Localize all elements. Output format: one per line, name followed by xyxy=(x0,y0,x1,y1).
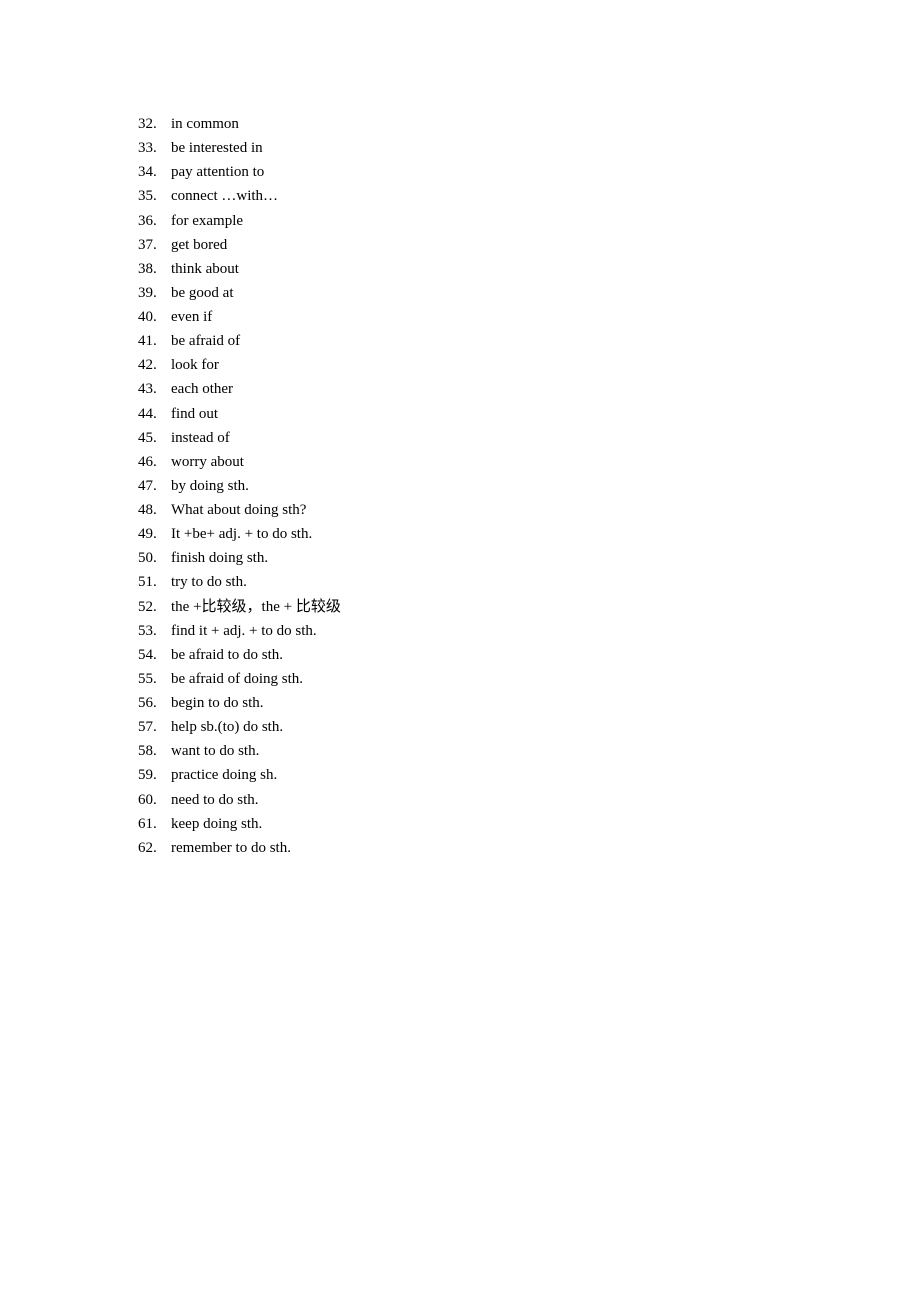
document-page: 32. in common 33. be interested in 34. pay at… xyxy=(0,0,920,1302)
item-number: 51. xyxy=(138,574,157,591)
item-text: find out xyxy=(171,405,219,422)
list-item: 44. find out xyxy=(138,403,341,427)
item-text: the +比较级，the + 比较级 xyxy=(171,598,341,615)
item-text: look for xyxy=(171,357,219,374)
item-number: 40. xyxy=(138,309,157,325)
item-text: practice doing sh. xyxy=(171,767,278,784)
item-text: by doing sth. xyxy=(171,477,249,494)
item-number: 34. xyxy=(138,164,157,181)
item-number: 58. xyxy=(138,743,157,760)
item-text: want to do sth. xyxy=(171,743,260,760)
item-number: 32. xyxy=(138,116,157,132)
list-item: 35. connect …with… xyxy=(138,185,341,209)
list-item: 34. pay attention to xyxy=(138,161,341,185)
item-text: It +be+ adj. + to do sth. xyxy=(171,526,313,543)
item-text: What about doing sth? xyxy=(171,502,307,518)
list-item: 60. need to do sth. xyxy=(138,789,341,813)
item-number: 54. xyxy=(138,646,157,663)
item-text: in common xyxy=(171,116,239,132)
list-item: 39. be good at xyxy=(138,282,341,306)
item-text: pay attention to xyxy=(171,164,265,181)
item-text: finish doing sth. xyxy=(171,550,269,567)
list-item: 36. for example xyxy=(138,210,341,234)
list-item: 54. be afraid to do sth. xyxy=(138,644,341,668)
item-number: 61. xyxy=(138,815,157,832)
item-number: 42. xyxy=(138,357,157,374)
list-item: 48. What about doing sth? xyxy=(138,499,341,523)
item-text: get bored xyxy=(171,236,228,253)
item-text: be afraid to do sth. xyxy=(171,646,284,663)
list-item: 45. instead of xyxy=(138,427,341,451)
list-item: 33. be interested in xyxy=(138,137,341,161)
item-text: worry about xyxy=(171,453,244,470)
list-item: 55. be afraid of doing sth. xyxy=(138,668,341,692)
item-number: 44. xyxy=(138,405,157,422)
list-item: 58. want to do sth. xyxy=(138,740,341,764)
item-number: 45. xyxy=(138,429,157,446)
phrase-list: 32. in common 33. be interested in 34. pay at… xyxy=(138,113,341,861)
list-item: 59. practice doing sh. xyxy=(138,764,341,788)
item-text: be afraid of doing sth. xyxy=(171,670,304,687)
list-item: 38. think about xyxy=(138,258,341,282)
list-item: 40. even if xyxy=(138,306,341,330)
list-item: 51. try to do sth. xyxy=(138,571,341,595)
item-number: 57. xyxy=(138,719,157,736)
item-number: 60. xyxy=(138,791,157,808)
item-number: 59. xyxy=(138,767,157,784)
item-number: 56. xyxy=(138,695,157,711)
item-text: remember to do sth. xyxy=(171,839,291,856)
item-number: 53. xyxy=(138,622,157,639)
item-number: 37. xyxy=(138,236,157,253)
list-item: 50. finish doing sth. xyxy=(138,547,341,571)
item-text: for example xyxy=(171,212,244,229)
item-number: 48. xyxy=(138,502,157,518)
list-item: 43. each other xyxy=(138,378,341,402)
item-number: 49. xyxy=(138,526,157,543)
item-text: even if xyxy=(171,309,213,325)
item-text: find it + adj. + to do sth. xyxy=(171,622,317,639)
item-text: each other xyxy=(171,381,234,398)
item-text: need to do sth. xyxy=(171,791,259,808)
item-number: 47. xyxy=(138,477,157,494)
item-number: 43. xyxy=(138,381,157,398)
list-item: 61. keep doing sth. xyxy=(138,813,341,837)
list-item: 46. worry about xyxy=(138,451,341,475)
list-item: 41. be afraid of xyxy=(138,330,341,354)
item-text: be afraid of xyxy=(171,333,241,350)
list-item: 56. begin to do sth. xyxy=(138,692,341,716)
list-item: 49. It +be+ adj. + to do sth. xyxy=(138,523,341,547)
item-number: 36. xyxy=(138,212,157,229)
item-number: 62. xyxy=(138,839,157,856)
item-number: 41. xyxy=(138,333,157,350)
item-number: 35. xyxy=(138,188,157,205)
item-text: keep doing sth. xyxy=(171,815,263,832)
list-item: 62. remember to do sth. xyxy=(138,837,341,861)
list-item: 52. the +比较级，the + 比较级 xyxy=(138,596,341,620)
item-number: 46. xyxy=(138,453,157,470)
item-number: 55. xyxy=(138,670,157,687)
item-text: connect …with… xyxy=(171,188,279,205)
item-number: 33. xyxy=(138,140,157,157)
list-item: 37. get bored xyxy=(138,234,341,258)
item-text: think about xyxy=(171,260,239,277)
item-text: begin to do sth. xyxy=(171,695,264,711)
list-item: 57. help sb.(to) do sth. xyxy=(138,716,341,740)
list-item: 53. find it + adj. + to do sth. xyxy=(138,620,341,644)
item-number: 50. xyxy=(138,550,157,567)
list-item: 42. look for xyxy=(138,354,341,378)
item-text: be interested in xyxy=(171,140,263,157)
list-item: 32. in common xyxy=(138,113,341,137)
item-number: 38. xyxy=(138,260,157,277)
item-text: try to do sth. xyxy=(171,574,247,591)
item-text: be good at xyxy=(171,284,234,301)
item-text: help sb.(to) do sth. xyxy=(171,719,284,736)
item-number: 39. xyxy=(138,284,157,301)
item-text: instead of xyxy=(171,429,230,446)
item-number: 52. xyxy=(138,598,157,615)
list-item: 47. by doing sth. xyxy=(138,475,341,499)
